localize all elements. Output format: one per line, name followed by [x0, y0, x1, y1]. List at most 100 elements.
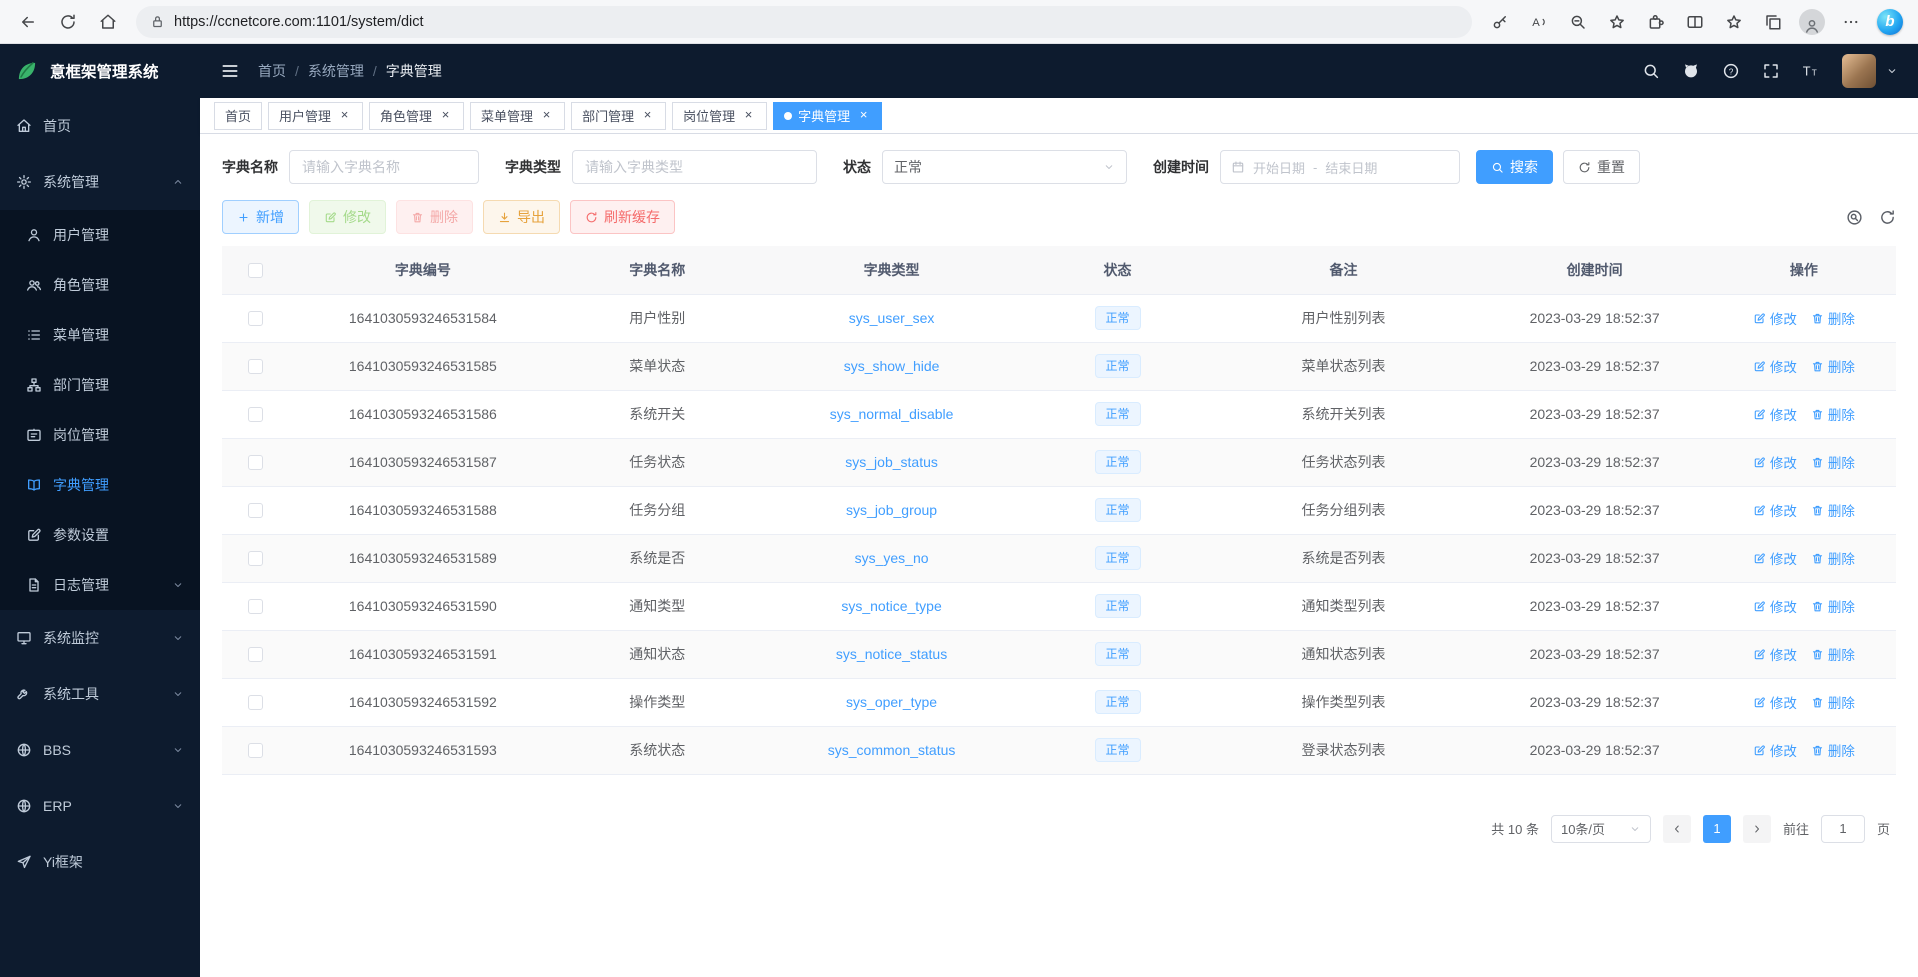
dict-type-link[interactable]: sys_common_status [828, 742, 956, 758]
sidebar-item[interactable]: 用户管理 [0, 210, 200, 260]
tab-item[interactable]: 部门管理× [571, 102, 666, 130]
row-checkbox[interactable] [248, 455, 263, 470]
collections-button[interactable] [1755, 5, 1791, 39]
row-delete-button[interactable]: 删除 [1811, 404, 1855, 424]
github-button[interactable] [1682, 62, 1700, 80]
key-button[interactable] [1482, 5, 1518, 39]
sidebar-item[interactable]: 系统工具 [0, 666, 200, 722]
sidebar-item[interactable]: 参数设置 [0, 510, 200, 560]
date-range-picker[interactable]: 开始日期 - 结束日期 [1220, 150, 1460, 184]
row-checkbox[interactable] [248, 551, 263, 566]
breadcrumb-item[interactable]: 字典管理 [386, 61, 442, 81]
sidebar-toggle-button[interactable] [220, 61, 240, 81]
tab-item[interactable]: 用户管理× [268, 102, 363, 130]
dict-type-link[interactable]: sys_normal_disable [830, 406, 954, 422]
row-checkbox[interactable] [248, 599, 263, 614]
row-delete-button[interactable]: 删除 [1811, 692, 1855, 712]
fullscreen-button[interactable] [1762, 62, 1780, 80]
row-edit-button[interactable]: 修改 [1753, 356, 1797, 376]
dict-type-link[interactable]: sys_oper_type [846, 694, 937, 710]
next-page-button[interactable] [1743, 815, 1771, 843]
dict-type-input[interactable] [572, 150, 817, 184]
row-checkbox[interactable] [248, 743, 263, 758]
row-delete-button[interactable]: 删除 [1811, 548, 1855, 568]
back-button[interactable] [10, 5, 46, 39]
read-aloud-button[interactable]: A [1521, 5, 1557, 39]
sidebar-item[interactable]: 字典管理 [0, 460, 200, 510]
reset-button[interactable]: 重置 [1563, 150, 1640, 184]
sidebar-item[interactable]: 角色管理 [0, 260, 200, 310]
row-edit-button[interactable]: 修改 [1753, 500, 1797, 520]
search-button[interactable] [1642, 62, 1660, 80]
row-edit-button[interactable]: 修改 [1753, 308, 1797, 328]
page-size-select[interactable]: 10条/页 [1551, 815, 1651, 843]
row-edit-button[interactable]: 修改 [1753, 740, 1797, 760]
add-button[interactable]: 新增 [222, 200, 299, 234]
tab-item[interactable]: 菜单管理× [470, 102, 565, 130]
close-icon[interactable]: × [337, 108, 352, 123]
sidebar-item[interactable]: ERP [0, 778, 200, 834]
row-edit-button[interactable]: 修改 [1753, 452, 1797, 472]
zoom-out-button[interactable] [1560, 5, 1596, 39]
tab-item[interactable]: 岗位管理× [672, 102, 767, 130]
close-icon[interactable]: × [856, 108, 871, 123]
row-delete-button[interactable]: 删除 [1811, 740, 1855, 760]
copilot-button[interactable]: b [1872, 5, 1908, 39]
edit-button[interactable]: 修改 [309, 200, 386, 234]
sidebar-item[interactable]: 岗位管理 [0, 410, 200, 460]
sidebar-item[interactable]: BBS [0, 722, 200, 778]
sidebar-item[interactable]: 菜单管理 [0, 310, 200, 360]
sidebar-item[interactable]: 部门管理 [0, 360, 200, 410]
row-edit-button[interactable]: 修改 [1753, 692, 1797, 712]
row-delete-button[interactable]: 删除 [1811, 500, 1855, 520]
row-delete-button[interactable]: 删除 [1811, 452, 1855, 472]
prev-page-button[interactable] [1663, 815, 1691, 843]
refresh-cache-button[interactable]: 刷新缓存 [570, 200, 675, 234]
sidebar-item[interactable]: 首页 [0, 98, 200, 154]
refresh-page-button[interactable] [50, 5, 86, 39]
row-edit-button[interactable]: 修改 [1753, 644, 1797, 664]
row-delete-button[interactable]: 删除 [1811, 308, 1855, 328]
row-delete-button[interactable]: 删除 [1811, 356, 1855, 376]
dict-name-input[interactable] [289, 150, 479, 184]
select-all-checkbox[interactable] [248, 263, 263, 278]
favorites-bar-button[interactable] [1716, 5, 1752, 39]
refresh-table-button[interactable] [1879, 209, 1896, 226]
dict-type-link[interactable]: sys_notice_status [836, 646, 947, 662]
breadcrumb-item[interactable]: 首页 [258, 61, 286, 81]
row-checkbox[interactable] [248, 695, 263, 710]
delete-button[interactable]: 删除 [396, 200, 473, 234]
status-select[interactable]: 正常 [882, 150, 1127, 184]
toggle-search-button[interactable] [1846, 209, 1863, 226]
tab-item[interactable]: 字典管理× [773, 102, 882, 130]
profile-button[interactable] [1794, 5, 1830, 39]
dict-type-link[interactable]: sys_notice_type [841, 598, 941, 614]
split-screen-button[interactable] [1677, 5, 1713, 39]
dict-type-link[interactable]: sys_job_group [846, 502, 937, 518]
row-checkbox[interactable] [248, 647, 263, 662]
goto-page-input[interactable] [1821, 815, 1865, 843]
close-icon[interactable]: × [741, 108, 756, 123]
row-edit-button[interactable]: 修改 [1753, 548, 1797, 568]
row-edit-button[interactable]: 修改 [1753, 404, 1797, 424]
row-delete-button[interactable]: 删除 [1811, 644, 1855, 664]
browser-home-button[interactable] [90, 5, 126, 39]
help-button[interactable]: ? [1722, 62, 1740, 80]
row-delete-button[interactable]: 删除 [1811, 596, 1855, 616]
search-button[interactable]: 搜索 [1476, 150, 1553, 184]
address-bar[interactable]: https://ccnetcore.com:1101/system/dict [136, 6, 1472, 38]
dict-type-link[interactable]: sys_user_sex [849, 310, 935, 326]
sidebar-item[interactable]: 系统管理 [0, 154, 200, 210]
tab-item[interactable]: 角色管理× [369, 102, 464, 130]
sidebar-item[interactable]: 日志管理 [0, 560, 200, 610]
sidebar-item[interactable]: 系统监控 [0, 610, 200, 666]
text-size-button[interactable]: TT [1802, 62, 1820, 80]
row-checkbox[interactable] [248, 503, 263, 518]
more-button[interactable] [1833, 5, 1869, 39]
row-edit-button[interactable]: 修改 [1753, 596, 1797, 616]
extensions-button[interactable] [1638, 5, 1674, 39]
tab-item[interactable]: 首页 [214, 102, 262, 130]
current-page-button[interactable]: 1 [1703, 815, 1731, 843]
user-avatar[interactable] [1842, 54, 1876, 88]
dict-type-link[interactable]: sys_job_status [845, 454, 938, 470]
